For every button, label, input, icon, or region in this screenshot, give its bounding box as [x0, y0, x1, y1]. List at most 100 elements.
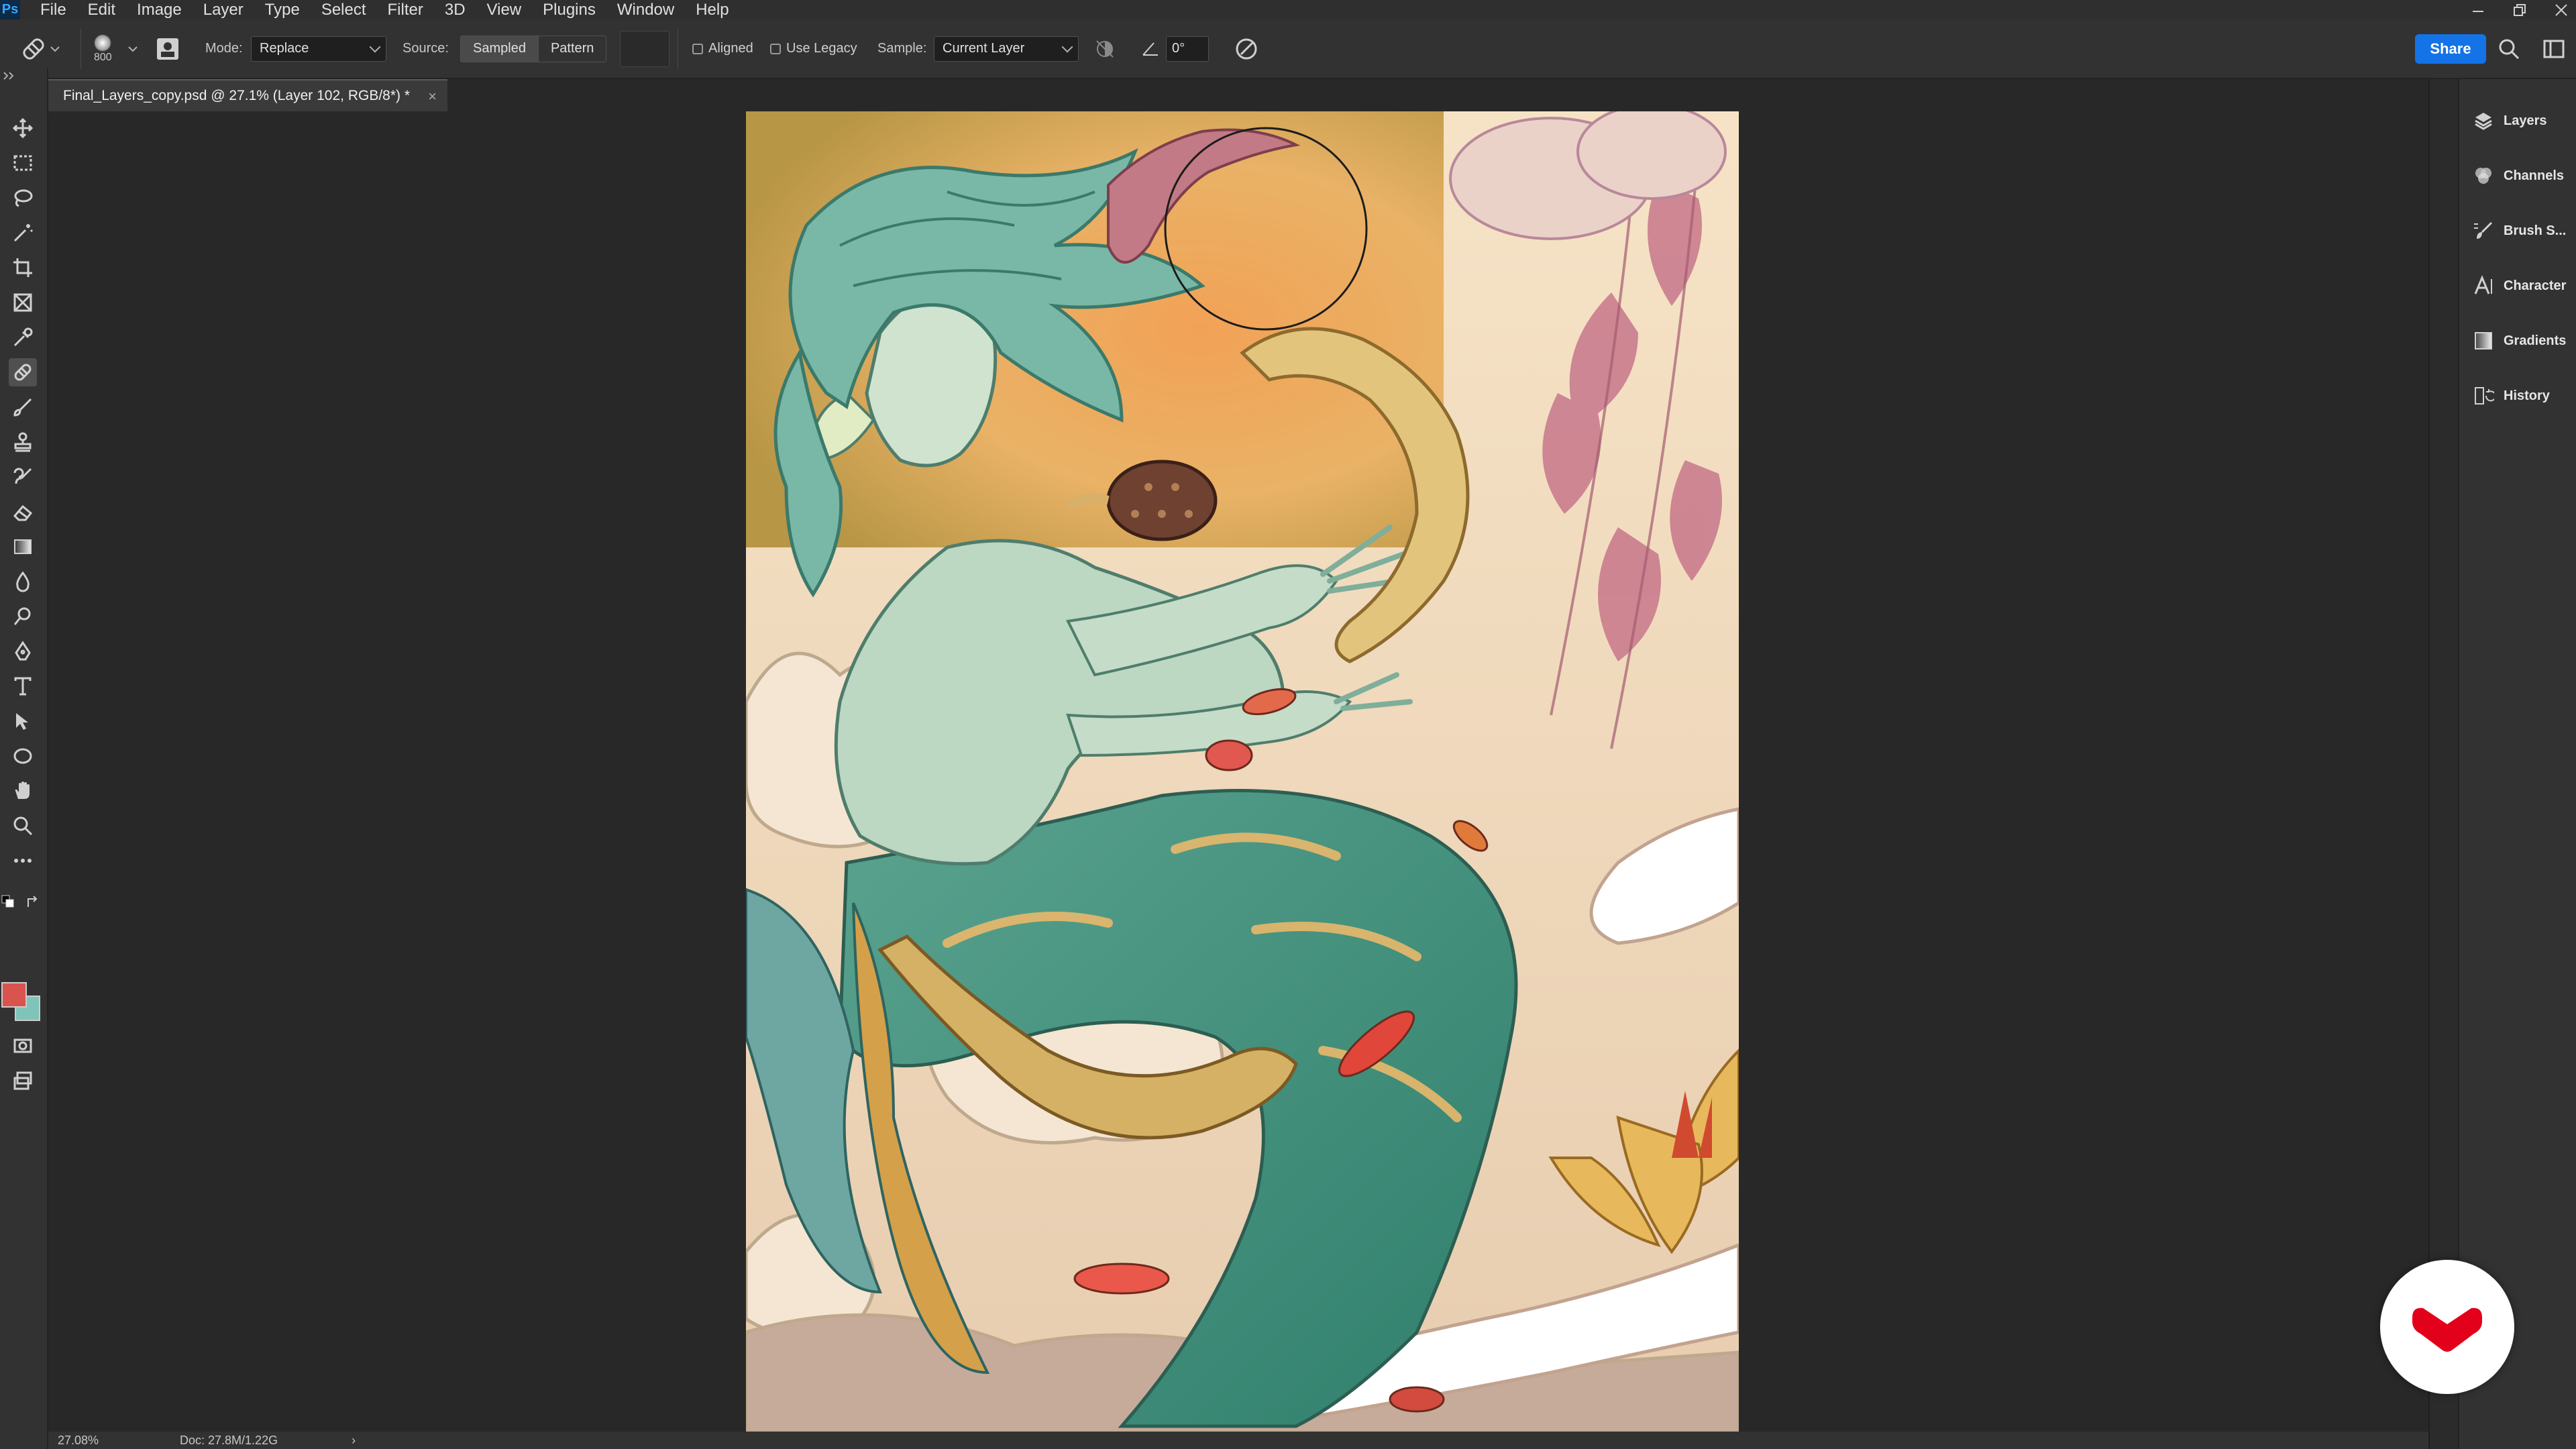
menu-filter[interactable]: Filter	[377, 0, 434, 19]
eraser-tool[interactable]	[9, 498, 37, 526]
menu-window[interactable]: Window	[606, 0, 685, 19]
canvas-area[interactable]	[48, 111, 2428, 1432]
pattern-picker[interactable]	[620, 30, 669, 67]
status-menu-arrow-icon[interactable]: ›	[352, 1434, 356, 1448]
panel-channels[interactable]: Channels	[2459, 156, 2576, 196]
type-icon	[14, 677, 32, 696]
document-info: Doc: 27.8M/1.22G	[180, 1433, 278, 1447]
ignore-adjustment-layers-icon	[1096, 40, 1114, 58]
swap-colors-icon[interactable]	[25, 895, 40, 913]
magic-wand-tool[interactable]	[9, 219, 37, 247]
menu-layer[interactable]: Layer	[193, 0, 254, 19]
gradient-icon	[14, 539, 32, 554]
panel-layers[interactable]: Layers	[2459, 101, 2576, 141]
panel-history-label: History	[2504, 388, 2550, 403]
search-icon	[2499, 39, 2520, 59]
move-tool[interactable]	[9, 114, 37, 142]
sample-value: Current Layer	[943, 41, 1025, 56]
divider	[80, 29, 81, 69]
menu-help[interactable]: Help	[685, 0, 739, 19]
menu-view[interactable]: View	[476, 0, 533, 19]
menu-3d[interactable]: 3D	[434, 0, 476, 19]
shape-tool[interactable]	[9, 742, 37, 770]
path-selection-tool[interactable]	[9, 707, 37, 735]
document-tab[interactable]: Final_Layers_copy.psd @ 27.1% (Layer 102…	[48, 79, 448, 111]
quick-mask-button[interactable]	[9, 1032, 37, 1060]
more-icon	[14, 859, 32, 863]
brush-picker[interactable]: 800	[94, 19, 112, 78]
restore-icon[interactable]	[2512, 2, 2528, 18]
frame-icon	[13, 293, 32, 312]
pressure-size-button[interactable]	[1233, 19, 1260, 78]
close-window-icon[interactable]	[2553, 2, 2569, 18]
menu-image[interactable]: Image	[126, 0, 193, 19]
collapse-toolbar-icon[interactable]	[3, 71, 15, 84]
workspace-button[interactable]	[2542, 19, 2565, 78]
brush-picker-chevron[interactable]	[127, 19, 138, 78]
pen-tool[interactable]	[9, 637, 37, 665]
source-label: Source:	[402, 41, 449, 56]
healing-brush-tool[interactable]	[9, 358, 37, 386]
document-tab-bar: Final_Layers_copy.psd @ 27.1% (Layer 102…	[48, 79, 2428, 111]
angle-value: 0°	[1172, 41, 1185, 56]
source-pattern-button[interactable]: Pattern	[537, 36, 606, 62]
mode-select[interactable]: Replace	[251, 36, 386, 62]
panel-brush-settings-label: Brush S...	[2504, 223, 2567, 238]
panel-character[interactable]: Character	[2459, 266, 2576, 306]
menu-edit[interactable]: Edit	[77, 0, 126, 19]
history-brush-icon	[13, 468, 32, 484]
artwork-canvas[interactable]	[746, 111, 1739, 1432]
photoshop-logo[interactable]: Ps	[0, 0, 20, 19]
clone-source-panel-button[interactable]	[154, 19, 181, 78]
character-icon	[2474, 275, 2492, 294]
gradient-tool[interactable]	[9, 533, 37, 561]
crop-tool[interactable]	[9, 254, 37, 282]
gradients-icon	[2475, 332, 2492, 350]
default-colors-icon[interactable]	[1, 895, 15, 912]
marquee-tool[interactable]	[9, 149, 37, 177]
document-tab-title: Final_Layers_copy.psd @ 27.1% (Layer 102…	[63, 88, 411, 103]
angle-input[interactable]: 0°	[1166, 36, 1209, 62]
blur-tool[interactable]	[9, 568, 37, 596]
source-sampled-button[interactable]: Sampled	[461, 36, 538, 62]
search-button[interactable]	[2497, 19, 2521, 78]
panel-gradients[interactable]: Gradients	[2459, 321, 2576, 361]
angle-control: 0°	[1140, 19, 1209, 78]
minimize-icon[interactable]	[2470, 2, 2486, 18]
clone-stamp-tool[interactable]	[9, 428, 37, 456]
collapsed-panels: Layers Channels Brush S... Character Gra…	[2458, 79, 2576, 1449]
menu-plugins[interactable]: Plugins	[532, 0, 606, 19]
edit-toolbar-button[interactable]	[9, 847, 37, 875]
hand-tool[interactable]	[9, 777, 37, 805]
panel-channels-label: Channels	[2504, 168, 2565, 183]
ignore-adjustment-layers-button[interactable]	[1093, 19, 1116, 78]
close-icon[interactable]: ×	[428, 88, 437, 105]
lasso-tool[interactable]	[9, 184, 37, 212]
brush-tool[interactable]	[9, 393, 37, 421]
frame-tool[interactable]	[9, 288, 37, 317]
menu-file[interactable]: File	[30, 0, 77, 19]
history-brush-tool[interactable]	[9, 463, 37, 491]
foreground-color-swatch[interactable]	[1, 982, 27, 1008]
aligned-checkbox[interactable]: Aligned	[692, 41, 753, 56]
zoom-tool[interactable]	[9, 812, 37, 840]
dodge-tool[interactable]	[9, 602, 37, 631]
panel-history[interactable]: History	[2459, 376, 2576, 416]
use-legacy-checkbox[interactable]: Use Legacy	[770, 41, 857, 56]
sample-select[interactable]: Current Layer	[934, 36, 1079, 62]
zoom-icon	[13, 816, 33, 836]
chevron-down-icon	[1061, 41, 1073, 52]
share-button[interactable]: Share	[2415, 34, 2486, 64]
panel-brush-settings[interactable]: Brush S...	[2459, 211, 2576, 251]
clone-source-icon	[157, 38, 178, 60]
menu-type[interactable]: Type	[254, 0, 311, 19]
screen-mode-button[interactable]	[9, 1067, 37, 1095]
type-tool[interactable]	[9, 672, 37, 700]
ellipse-icon	[13, 748, 32, 764]
magic-wand-icon	[13, 224, 34, 242]
pressure-size-icon	[1236, 38, 1257, 59]
eyedropper-tool[interactable]	[9, 323, 37, 352]
zoom-level[interactable]: 27.08%	[58, 1434, 158, 1448]
window-controls	[2470, 0, 2569, 19]
menu-select[interactable]: Select	[311, 0, 377, 19]
